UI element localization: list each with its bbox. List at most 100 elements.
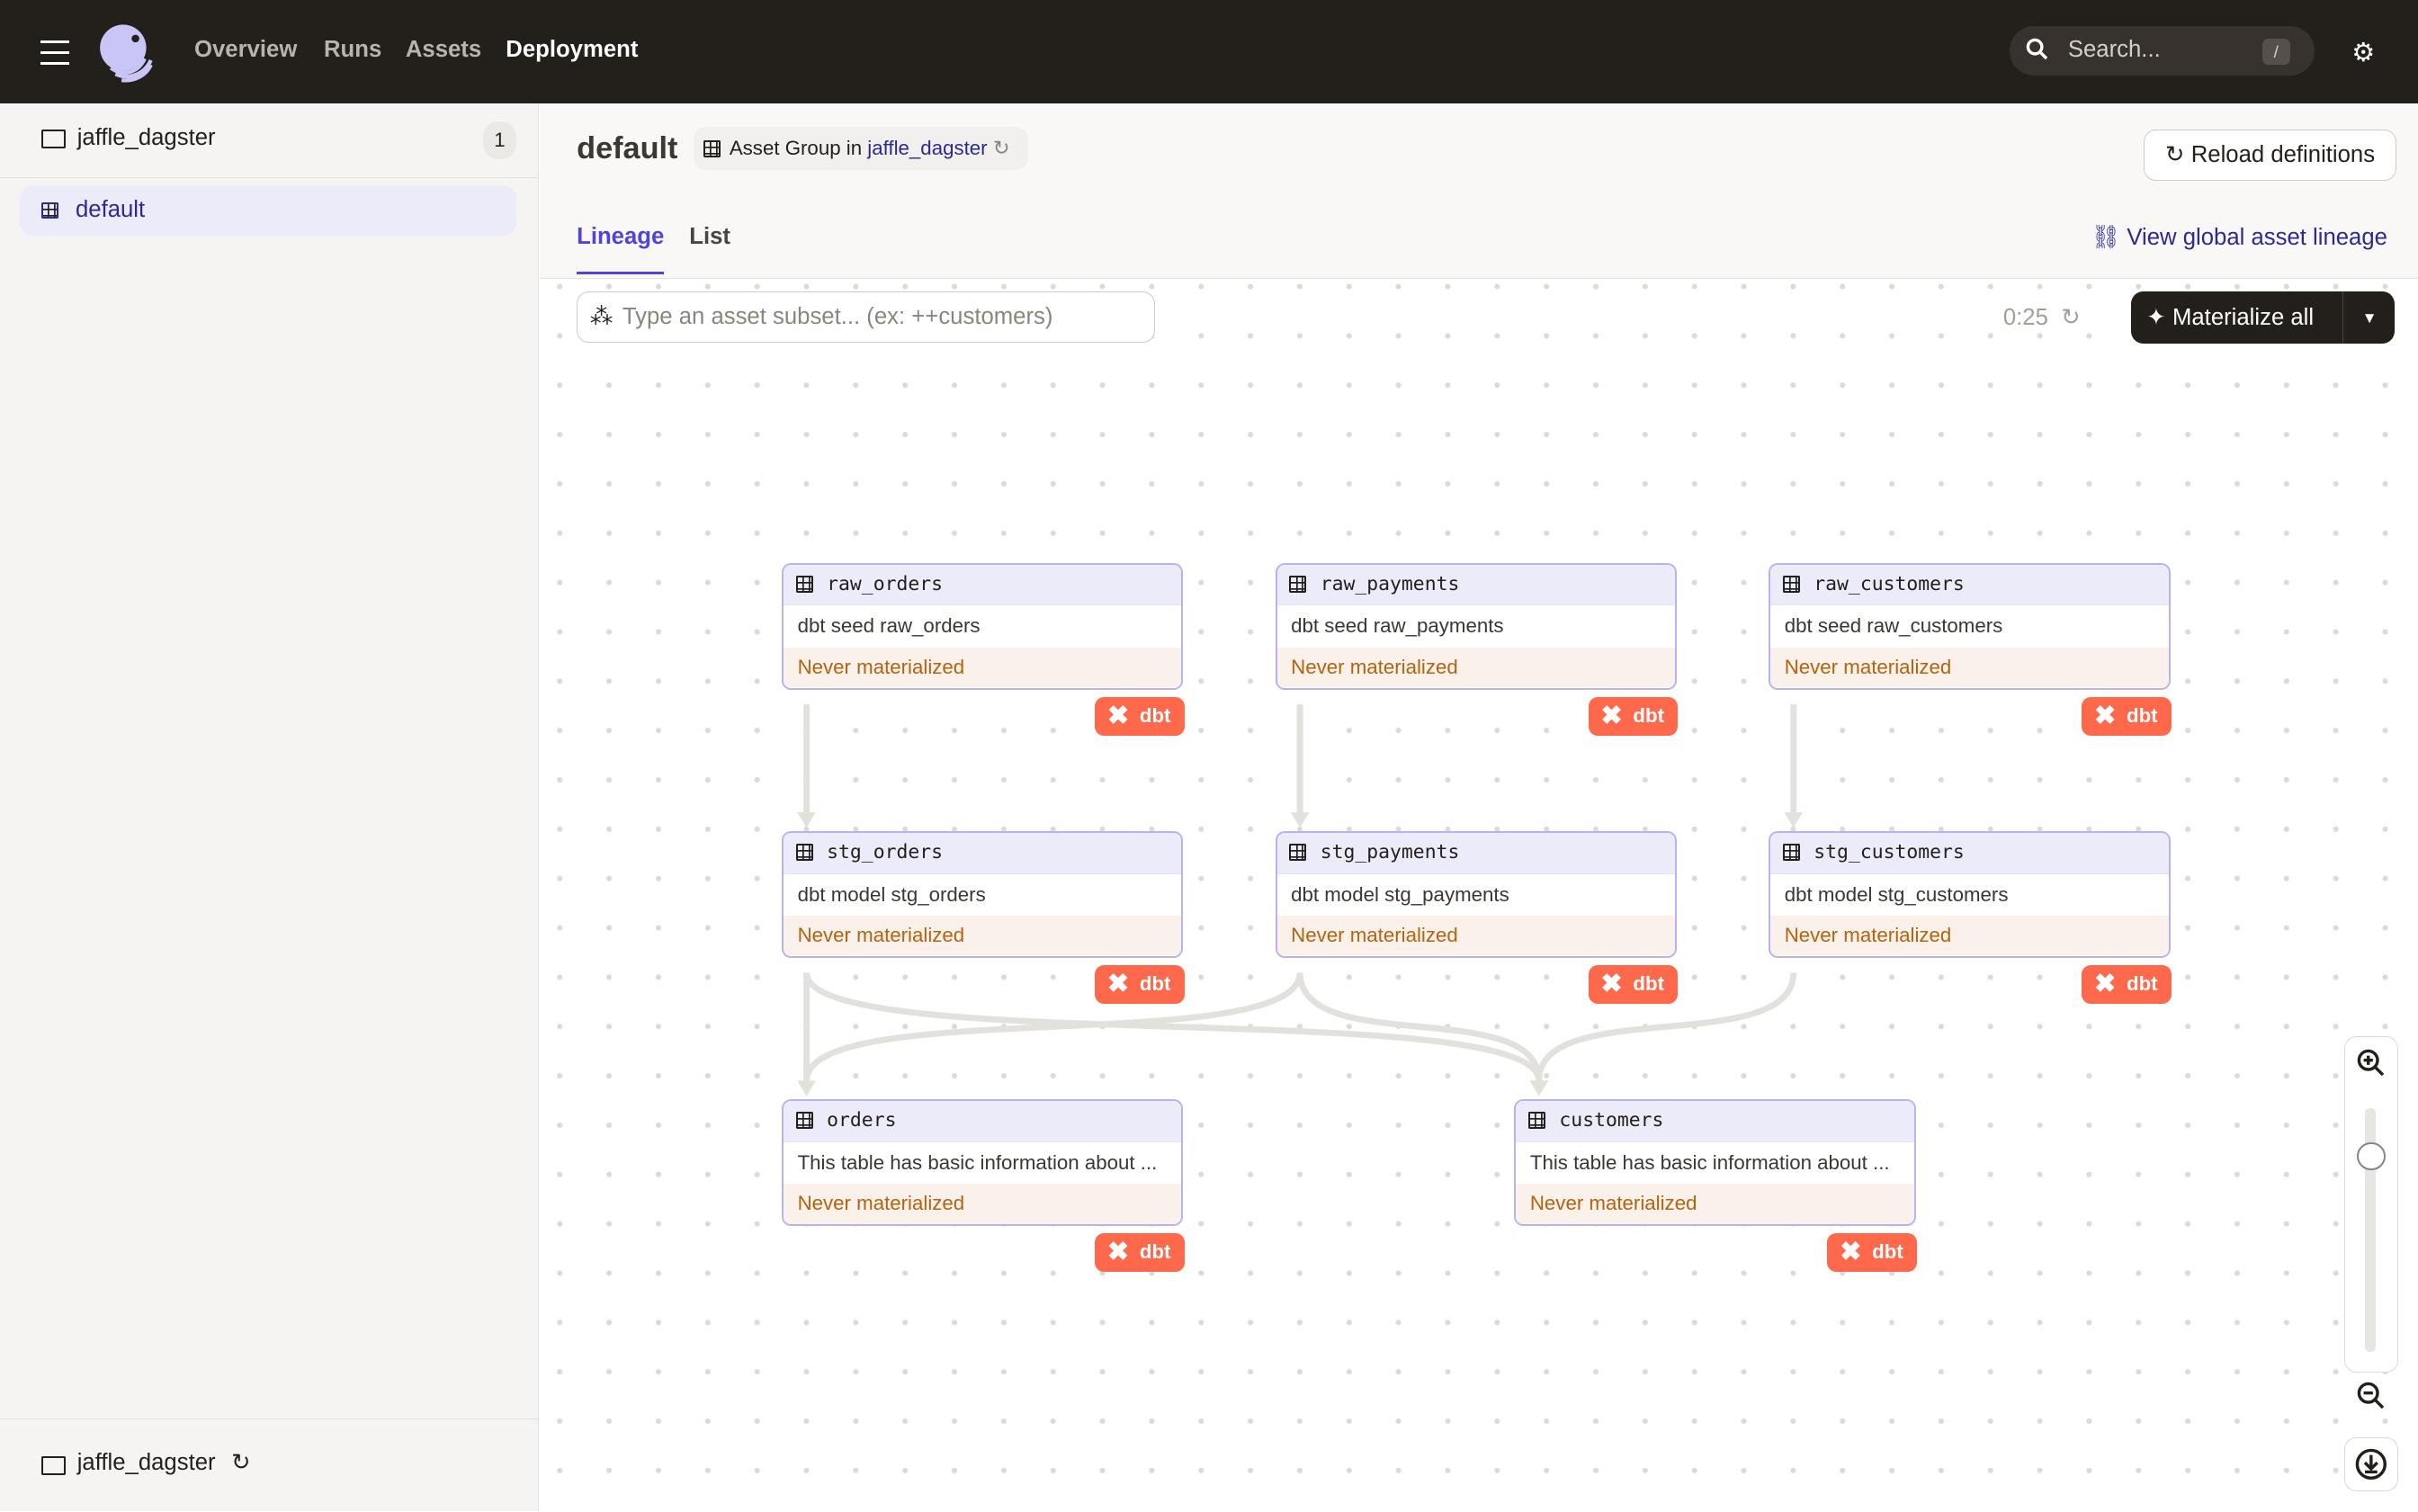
menu-icon[interactable] [40,40,70,73]
badge-label: dbt [1139,972,1171,996]
edge-stg_payments-customers [1296,972,1543,1081]
nav-deployment[interactable]: Deployment [506,37,638,63]
sidebar-item-label: default [75,197,146,223]
edge-arrowhead [1784,812,1804,828]
badge-label: dbt [1633,972,1665,996]
gear-icon[interactable]: ⚙ [2351,37,2375,68]
asset-group-pill: Asset Group in jaffle_dagster ↻ [694,126,1028,170]
asset-group-icon [41,201,59,219]
nav-assets[interactable]: Assets [406,37,481,63]
asset-status: Never materialized [784,915,1182,956]
edge-arrowhead [1290,812,1310,828]
asset-status: Never materialized [1516,1184,1914,1224]
global-lineage-label: View global asset lineage [2127,224,2387,250]
dbt-icon: ✖ [2093,970,2117,999]
materialize-all-button[interactable]: ✦ Materialize all ▼ [2131,291,2396,344]
asset-node-title: stg_customers [1770,832,2169,874]
asset-node-raw_payments[interactable]: raw_payments dbt seed raw_payments Never m… [1275,562,1677,690]
table-icon [1782,575,1800,593]
asset-name: stg_customers [1814,840,1965,863]
asset-node-customers[interactable]: customers This table has basic informatio… [1514,1099,1916,1227]
table-icon [795,843,813,861]
refresh-icon: ↻ [2055,304,2081,330]
zoom-out-icon[interactable] [2356,1381,2387,1411]
repo-count: 1 [482,121,517,159]
edge-arrowhead [797,812,816,828]
dbt-icon: ✖ [1600,701,1623,730]
footer-repo-name: jaffle_dagster [76,1450,216,1476]
asset-node-raw_customers[interactable]: raw_customers dbt seed raw_customers Never… [1769,562,2171,690]
table-icon [1289,575,1307,593]
reload-icon: ↻ [2165,141,2191,167]
repo-header[interactable]: jaffle_dagster 1 [0,103,539,179]
sidebar-footer[interactable]: jaffle_dagster ↻ [0,1418,539,1512]
timer-value: 0:25 [2002,304,2048,330]
search-input[interactable]: Search... / [2009,26,2315,76]
sparkle-icon: ✦ [2146,304,2172,330]
asset-name: raw_orders [827,572,944,595]
asset-node-orders[interactable]: orders This table has basic information a… [782,1099,1184,1227]
repo-link[interactable]: jaffle_dagster [867,137,987,159]
dbt-badge: ✖ dbt [1095,1233,1185,1273]
zoom-control [2343,1035,2398,1409]
table-icon [795,575,813,593]
asset-name: raw_customers [1814,572,1965,595]
selection-icon: ⁂ [589,303,613,329]
asset-status: Never materialized [1276,647,1675,688]
dbt-icon: ✖ [1106,701,1130,730]
badge-label: dbt [2126,972,2158,996]
edge-arrowhead [797,1080,816,1096]
refresh-icon[interactable]: ↻ [993,137,1010,159]
asset-name: stg_payments [1320,840,1460,863]
table-icon [1289,843,1307,861]
dbt-icon: ✖ [2093,701,2117,730]
dbt-icon: ✖ [1840,1238,1862,1267]
lineage-canvas[interactable]: raw_orders dbt seed raw_orders Never mater… [540,279,2418,1511]
view-global-lineage-link[interactable]: ⛓ View global asset lineage [2091,224,2387,251]
tab-lineage[interactable]: Lineage [577,224,664,274]
reload-label: Reload definitions [2190,141,2376,167]
chevron-down-icon[interactable]: ▼ [2342,291,2396,344]
table-icon [795,1112,813,1130]
asset-status: Never materialized [1770,915,2169,956]
asset-name: customers [1559,1109,1664,1132]
repo-name: jaffle_dagster [76,124,216,150]
dbt-badge: ✖ dbt [1095,965,1185,1004]
lineage-icon: ⛓ [2091,224,2127,250]
zoom-slider-handle[interactable] [2357,1141,2386,1170]
dagster-logo[interactable] [95,22,157,84]
asset-description: dbt model stg_payments [1291,882,1509,906]
tab-list[interactable]: List [689,224,730,250]
asset-group-icon [703,140,721,157]
asset-node-title: raw_payments [1276,564,1675,606]
asset-node-stg_orders[interactable]: stg_ordersdbt model stg_orders Never mate… [782,830,1184,959]
dbt-badge: ✖ dbt [1588,965,1679,1004]
reload-definitions-button[interactable]: ↻ Reload definitions [2143,129,2397,181]
download-button[interactable] [2343,1436,2398,1491]
reload-icon[interactable]: ↻ [231,1449,251,1476]
asset-node-title: raw_customers [1770,564,2169,606]
asset-subset-input[interactable]: ⁂ Type an asset subset... (ex: ++custome… [577,291,1156,343]
sidebar-item-default[interactable]: default [20,186,517,237]
refresh-timer[interactable]: 0:25 ↻ [2003,304,2081,331]
asset-node-raw_orders[interactable]: raw_orders dbt seed raw_orders Never mater… [782,562,1184,690]
asset-node-title: raw_orders [784,564,1182,606]
search-shortcut: / [2261,38,2290,65]
asset-name: orders [827,1109,897,1132]
asset-description: dbt model stg_orders [797,882,986,906]
asset-node-stg_payments[interactable]: stg_paymentsdbt model stg_payments Never … [1275,830,1677,959]
asset-status: Never materialized [1276,915,1675,956]
asset-status: Never materialized [784,647,1182,688]
search-icon [2026,38,2048,60]
download-icon [2355,1448,2387,1480]
badge-label: dbt [1139,1240,1171,1264]
asset-status: Never materialized [1770,647,2169,688]
table-icon [1528,1112,1545,1130]
nav-runs[interactable]: Runs [324,37,381,63]
nav-overview[interactable]: Overview [194,37,297,63]
page-title: default [577,130,678,166]
asset-name: stg_orders [827,840,944,863]
zoom-in-icon[interactable] [2356,1048,2387,1078]
asset-node-stg_customers[interactable]: stg_customers dbt model stg_customers Neve… [1769,830,2171,959]
folder-icon [41,1456,66,1476]
